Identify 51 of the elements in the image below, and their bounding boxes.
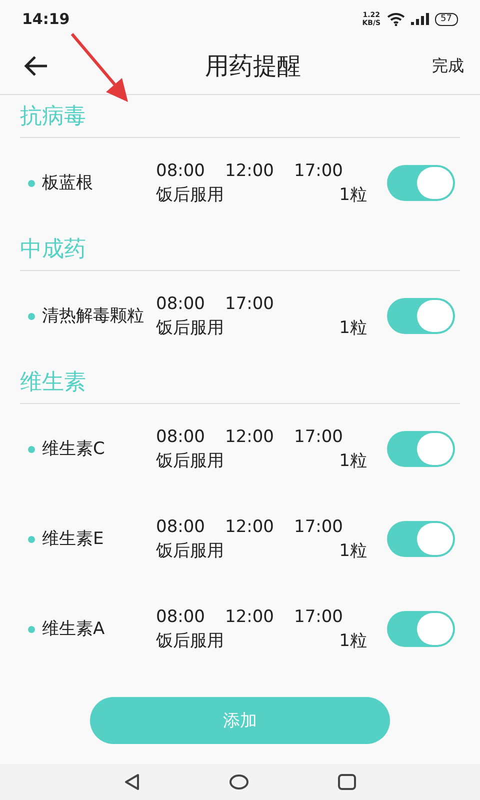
page-title: 用药提醒 [205,51,301,82]
signal-icon [410,13,429,25]
reminder-time: 08:00 [156,293,205,316]
dose: 1粒 [339,317,367,340]
battery-level: 57 [434,12,458,26]
usage-note: 饭后服用 [156,630,224,653]
medicine-name: 维生素E [42,528,104,550]
back-icon[interactable] [124,773,140,791]
reminder-time: 08:00 [156,606,205,629]
reminder-time: 17:00 [294,606,343,629]
reminder-time: 17:00 [294,516,343,539]
dose: 1粒 [339,450,367,473]
reminder-time: 17:00 [225,293,274,316]
reminder-time: 12:00 [225,426,274,449]
recents-icon[interactable] [338,774,356,790]
reminder-time: 12:00 [225,160,274,183]
medicine-name: 维生素C [42,438,105,460]
usage-note: 饭后服用 [156,540,224,563]
reminder-time: 17:00 [294,426,343,449]
reminder-time: 17:00 [294,160,343,183]
usage-note: 饭后服用 [156,317,224,340]
bullet-dot [28,536,35,542]
dose: 1粒 [339,184,367,207]
bullet-dot [28,446,35,452]
usage-note: 饭后服用 [156,184,224,207]
reminder-time: 12:00 [225,516,274,539]
medicine-name: 维生素A [42,618,105,640]
reminder-toggle[interactable] [387,165,455,201]
reminder-time: 08:00 [156,516,205,539]
wifi-icon [386,12,405,26]
reminder-toggle[interactable] [387,611,455,647]
bullet-dot [28,180,35,186]
bullet-dot [28,626,35,632]
category-heading: 维生素 [20,361,460,404]
reminder-time: 08:00 [156,160,205,183]
medicine-name: 板蓝根 [42,172,93,194]
dose: 1粒 [339,540,367,563]
back-icon[interactable] [24,56,48,76]
reminder-toggle[interactable] [387,431,455,467]
bullet-dot [28,312,35,320]
medicine-name: 清热解毒颗粒 [42,304,144,328]
usage-note: 饭后服用 [156,450,224,473]
reminder-toggle[interactable] [387,521,455,557]
category-heading: 中成药 [20,228,460,271]
reminder-toggle[interactable] [387,298,455,334]
status-time: 14:19 [22,10,70,28]
done-button[interactable]: 完成 [432,56,464,76]
reminder-time: 12:00 [225,606,274,629]
home-icon[interactable] [228,774,249,790]
reminder-time: 08:00 [156,426,205,449]
dose: 1粒 [339,630,367,653]
